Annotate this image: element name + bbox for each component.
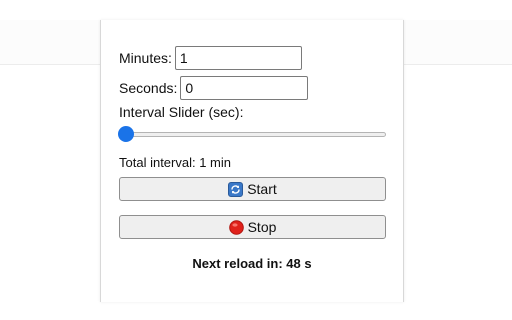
interval-slider[interactable] bbox=[118, 125, 386, 143]
stop-button[interactable]: Stop bbox=[119, 215, 386, 239]
red-stop-circle-icon bbox=[228, 219, 244, 235]
minutes-row: Minutes: bbox=[119, 46, 302, 70]
slider-track[interactable] bbox=[119, 132, 386, 137]
extension-popup: Minutes: Seconds: Interval Slider (sec):… bbox=[100, 20, 404, 302]
slider-thumb[interactable] bbox=[118, 126, 134, 142]
stop-button-label: Stop bbox=[247, 219, 277, 235]
next-reload-text: Next reload in: 48 s bbox=[192, 256, 312, 271]
interval-slider-label: Interval Slider (sec): bbox=[119, 104, 244, 120]
seconds-row: Seconds: bbox=[119, 76, 309, 100]
start-button[interactable]: Start bbox=[119, 177, 386, 201]
seconds-input[interactable] bbox=[180, 76, 309, 100]
seconds-label: Seconds: bbox=[119, 80, 178, 96]
start-button-label: Start bbox=[247, 181, 277, 197]
minutes-input[interactable] bbox=[174, 46, 302, 70]
refresh-icon bbox=[228, 181, 244, 197]
minutes-label: Minutes: bbox=[119, 50, 172, 66]
total-interval-text: Total interval: 1 min bbox=[119, 155, 231, 170]
